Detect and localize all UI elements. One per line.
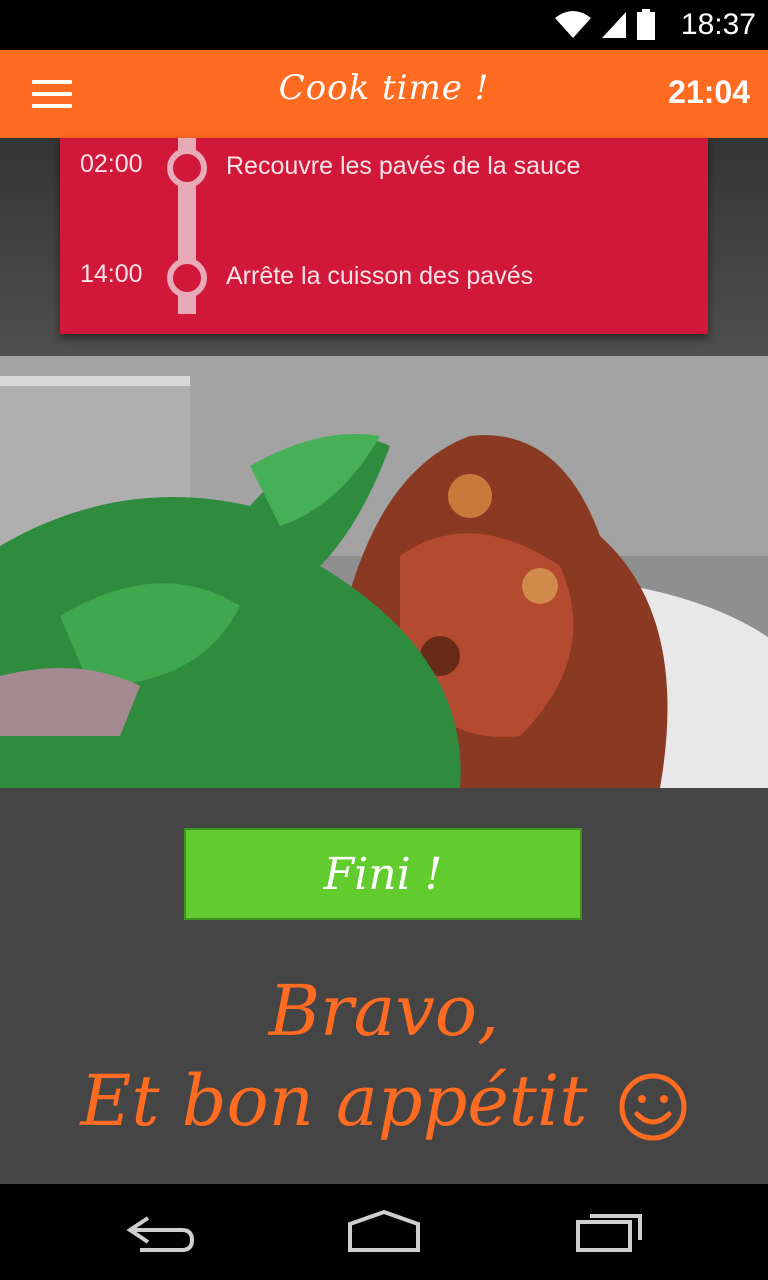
step-item: 14:00 Arrête la cuisson des pavés <box>60 248 708 308</box>
home-icon[interactable] <box>336 1204 432 1260</box>
app-bar: Cook time ! 21:04 <box>0 50 768 138</box>
step-text: Arrête la cuisson des pavés <box>226 262 534 290</box>
navigation-bar <box>0 1184 768 1280</box>
smiley-icon <box>619 1073 687 1141</box>
recents-icon[interactable] <box>560 1204 656 1260</box>
bravo-message: Bravo, <box>268 970 500 1052</box>
done-button[interactable]: Fini ! <box>184 828 582 920</box>
timeline-dot-icon <box>167 148 207 188</box>
app-title: Cook time ! <box>278 68 490 108</box>
step-time: 14:00 <box>80 260 143 288</box>
steps-card: 02:00 Recouvre les pavés de la sauce 14:… <box>60 138 708 334</box>
back-icon[interactable] <box>112 1204 208 1260</box>
signal-icon <box>602 12 626 38</box>
appetit-text: Et bon appétit <box>80 1060 588 1142</box>
status-bar: 18:37 <box>0 0 768 50</box>
wifi-icon <box>555 11 591 38</box>
step-text: Recouvre les pavés de la sauce <box>226 152 581 180</box>
dish-photo <box>0 356 768 788</box>
status-icons <box>554 8 656 42</box>
cooking-timer: 21:04 <box>668 74 750 110</box>
step-item: 02:00 Recouvre les pavés de la sauce <box>60 138 708 198</box>
step-time: 02:00 <box>80 150 143 178</box>
battery-icon <box>637 9 655 40</box>
appetit-message: Et bon appétit <box>0 1060 768 1142</box>
timeline-dot-icon <box>167 258 207 298</box>
status-time: 18:37 <box>680 8 756 41</box>
